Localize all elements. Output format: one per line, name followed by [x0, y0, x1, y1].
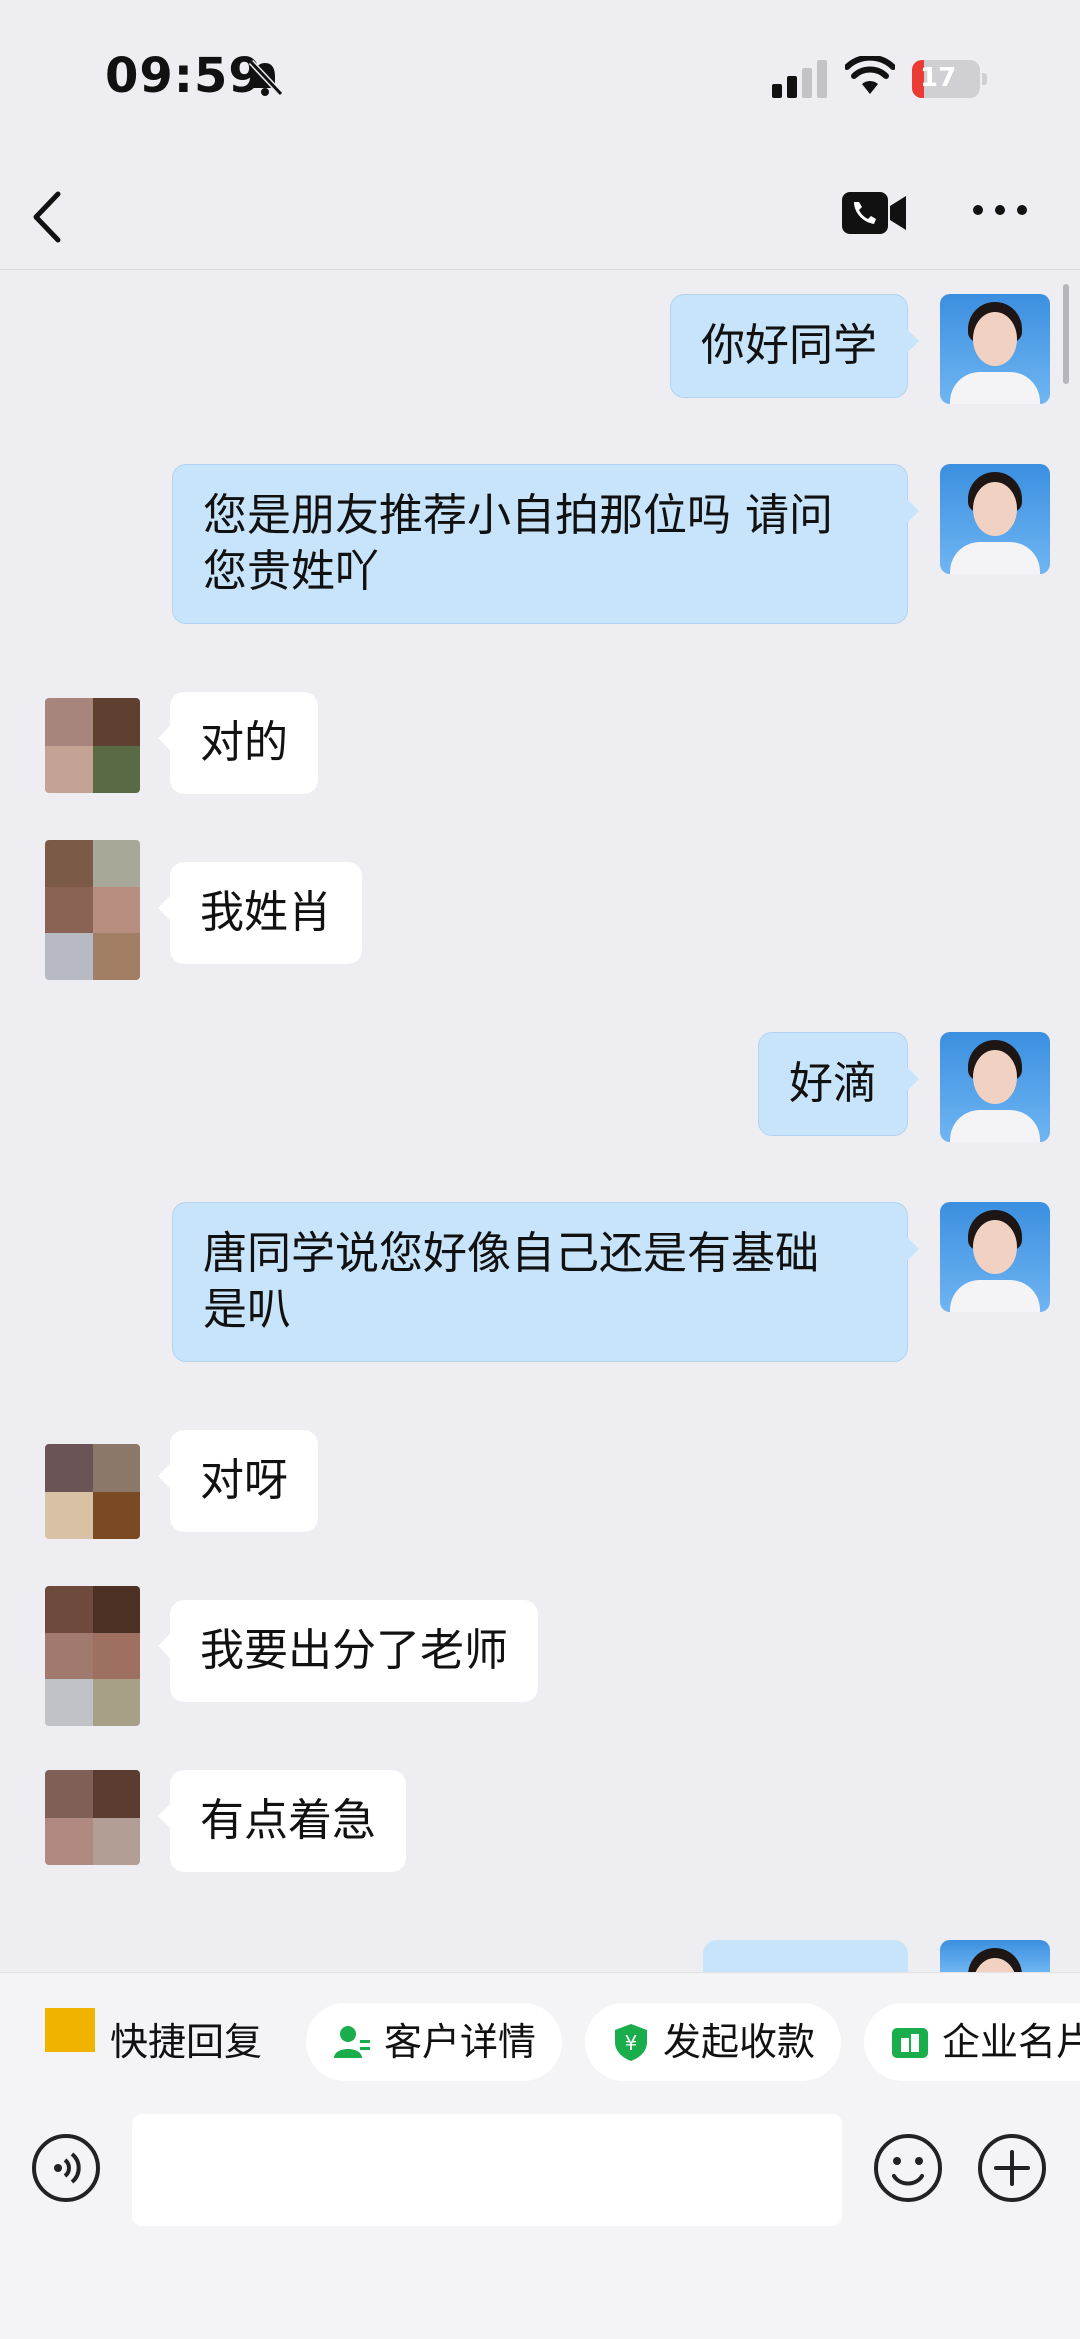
signal-icon [772, 60, 827, 98]
wifi-icon [845, 56, 895, 94]
customer-avatar[interactable] [45, 1444, 140, 1539]
status-bar: 09:59 17 [0, 0, 1080, 160]
start-payment-button[interactable]: ¥ 发起收款 [585, 2003, 842, 2081]
message-input-bar [0, 2092, 1080, 2339]
agent-avatar[interactable] [940, 1202, 1050, 1312]
emoji-icon[interactable] [872, 2132, 944, 2204]
message-bubble-incoming[interactable]: 对的 [158, 692, 318, 794]
customer-avatar[interactable] [45, 1586, 140, 1726]
message-bubble-outgoing[interactable]: 唐同学说您好像自己还是有基础 是叭 [172, 1202, 919, 1362]
business-card-button[interactable]: 企业名片 [864, 2003, 1080, 2081]
plus-icon[interactable] [976, 2132, 1048, 2204]
message-bubble-incoming[interactable]: 有点着急 [158, 1770, 406, 1872]
chat-header [0, 160, 1080, 270]
message-bubble-incoming[interactable]: 我要出分了老师 [158, 1600, 538, 1702]
message-bubble-incoming[interactable]: 对呀 [158, 1430, 318, 1532]
battery-level: 17 [920, 63, 957, 93]
more-icon[interactable] [970, 200, 1030, 220]
customer-icon [334, 2026, 370, 2058]
status-time: 09:59 [105, 48, 263, 104]
customer-avatar[interactable] [45, 698, 140, 793]
customer-details-button[interactable]: 客户详情 [306, 2003, 563, 2081]
customer-avatar[interactable] [45, 840, 140, 980]
bell-slash-icon [248, 59, 284, 97]
agent-avatar[interactable] [940, 1032, 1050, 1142]
message-bubble-incoming[interactable]: 我姓肖 [158, 862, 362, 964]
svg-text:¥: ¥ [625, 2031, 638, 2055]
quick-action-bar[interactable]: 快捷回复 客户详情 ¥ 发起收款 企业名片 [0, 1972, 1080, 2092]
agent-avatar[interactable] [940, 294, 1050, 404]
business-card-icon [892, 2028, 928, 2058]
agent-avatar[interactable] [940, 464, 1050, 574]
back-icon[interactable] [18, 182, 78, 252]
battery-icon: 17 [912, 60, 987, 98]
agent-avatar[interactable] [940, 1940, 1050, 1972]
voice-icon[interactable] [30, 2132, 102, 2204]
message-input[interactable] [132, 2114, 842, 2226]
message-bubble-outgoing[interactable]: 您是朋友推荐小自拍那位吗 请问 您贵姓吖 [172, 464, 919, 624]
message-bubble-outgoing[interactable]: 你好同学 [670, 294, 919, 398]
chat-messages[interactable]: 你好同学 您是朋友推荐小自拍那位吗 请问 您贵姓吖 对的 我姓肖 好滴 唐同学说… [0, 272, 1080, 1980]
message-bubble-outgoing[interactable]: 好滴 [758, 1032, 919, 1136]
payment-shield-icon: ¥ [615, 2024, 647, 2061]
customer-avatar[interactable] [45, 1770, 140, 1865]
video-call-icon[interactable] [840, 188, 910, 238]
scrollbar[interactable] [1063, 284, 1069, 384]
quick-reply-button[interactable]: 快捷回复 [90, 2003, 288, 2081]
quick-reply-tile [45, 2008, 95, 2052]
